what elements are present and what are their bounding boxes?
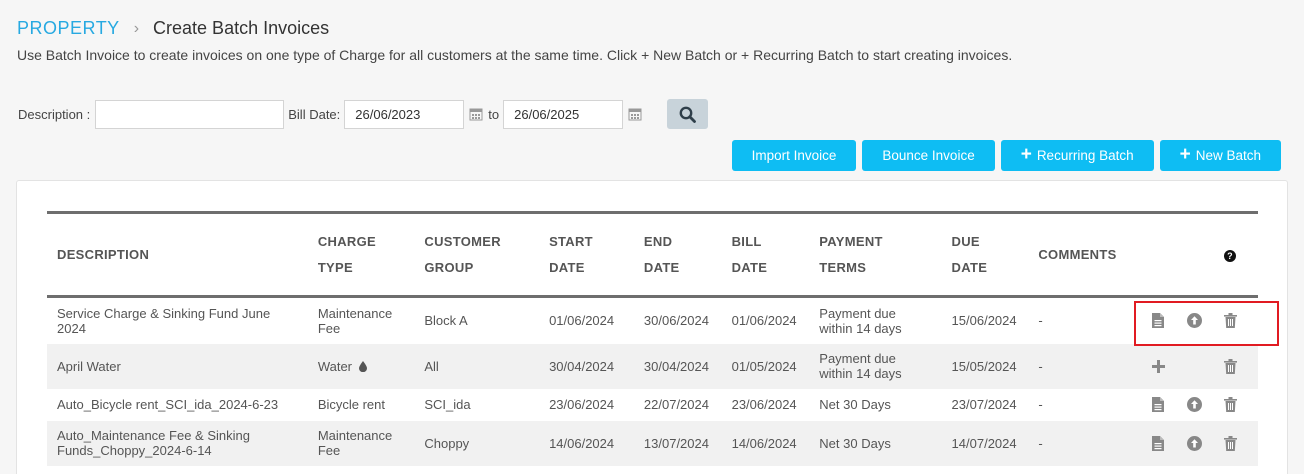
import-invoice-button[interactable]: Import Invoice	[731, 140, 857, 171]
cell-start-date: 14/06/2024	[539, 420, 634, 466]
document-icon[interactable]	[1140, 431, 1176, 455]
cell-description: Auto_Bicycle rent_SCI_ida_2024-6-23	[57, 397, 279, 412]
upload-icon[interactable]	[1176, 393, 1212, 417]
recurring-batch-label: Recurring Batch	[1036, 148, 1134, 163]
table-header-row: DESCRIPTION CHARGE TYPE CUSTOMER GROUP STA…	[47, 212, 1258, 298]
trash-icon[interactable]	[1212, 354, 1248, 378]
cell-charge-type: Maintenance Fee	[307, 420, 415, 466]
bounce-invoice-button[interactable]: Bounce Invoice	[862, 140, 995, 171]
cell-actions	[1130, 389, 1258, 421]
cell-charge-type: Water	[307, 343, 415, 389]
cell-due-date: 15/05/2024	[941, 343, 1029, 389]
cell-description: Service Charge & Sinking Fund June 2024	[57, 305, 271, 336]
header-actions: ?	[1129, 212, 1258, 298]
cell-end-date: 30/04/2024	[633, 343, 722, 389]
cell-payment-terms: Net 30 Days	[809, 420, 942, 466]
new-batch-button[interactable]: + New Batch	[1159, 140, 1281, 171]
calendar-icon[interactable]	[628, 107, 642, 121]
import-invoice-label: Import Invoice	[751, 148, 837, 163]
batch-invoice-table: DESCRIPTION CHARGE TYPE CUSTOMER GROUP STA…	[47, 211, 1258, 466]
cell-charge-type: Bicycle rent	[317, 397, 386, 412]
table-row[interactable]: Service Charge & Sinking Fund June 2024 …	[47, 297, 1258, 344]
action-bar: Import Invoice Bounce Invoice + Recurring…	[731, 140, 1281, 171]
bill-date-to-input[interactable]	[503, 99, 624, 129]
search-icon	[679, 106, 697, 123]
breadcrumb-root-link[interactable]: PROPERTY	[17, 18, 120, 39]
cell-customer-group: Choppy	[414, 420, 540, 466]
header-end-date[interactable]: END DATE	[633, 212, 722, 298]
upload-icon[interactable]	[1176, 431, 1212, 455]
table-row[interactable]: Auto_Bicycle rent_SCI_ida_2024-6-23 Bicy…	[47, 389, 1258, 421]
water-drop-icon	[359, 360, 368, 372]
cell-due-date: 23/07/2024	[951, 397, 1017, 412]
description-label: Description :	[18, 106, 91, 122]
plus-icon: +	[1020, 144, 1032, 165]
cell-due-date: 14/07/2024	[941, 420, 1029, 466]
cell-comments: -	[1038, 313, 1043, 329]
cell-customer-group: All	[414, 343, 540, 389]
trash-icon[interactable]	[1212, 309, 1248, 333]
cell-comments: -	[1028, 420, 1130, 466]
breadcrumb-separator: ›	[133, 19, 140, 37]
cell-bill-date: 01/06/2024	[731, 313, 797, 329]
plus-icon: +	[1179, 144, 1191, 165]
bill-date-from-input[interactable]	[344, 99, 465, 129]
bill-date-label: Bill Date:	[288, 106, 341, 122]
cell-actions	[1130, 297, 1258, 344]
header-due-date[interactable]: DUE DATE	[941, 212, 1029, 298]
cell-comments: -	[1038, 397, 1043, 412]
cell-comments: -	[1028, 343, 1130, 389]
header-start-date[interactable]: START DATE	[539, 212, 634, 298]
document-icon[interactable]	[1140, 309, 1176, 333]
cell-bill-date: 14/06/2024	[721, 420, 810, 466]
cell-end-date: 13/07/2024	[633, 420, 722, 466]
plus-icon[interactable]	[1140, 354, 1176, 378]
page-description: Use Batch Invoice to create invoices on …	[17, 47, 1013, 63]
to-label: to	[488, 106, 500, 122]
trash-icon[interactable]	[1212, 431, 1248, 455]
help-icon[interactable]: ?	[1224, 249, 1236, 262]
cell-actions	[1129, 420, 1258, 466]
breadcrumb: PROPERTY › Create Batch Invoices	[17, 18, 329, 39]
batch-invoice-panel: DESCRIPTION CHARGE TYPE CUSTOMER GROUP STA…	[16, 180, 1288, 474]
cell-end-date: 22/07/2024	[643, 397, 709, 412]
page-title: Create Batch Invoices	[153, 18, 330, 38]
cell-description: April Water	[47, 343, 308, 389]
header-bill-date[interactable]: BILL DATE	[721, 212, 810, 298]
upload-icon[interactable]	[1176, 309, 1212, 333]
cell-actions	[1129, 343, 1258, 389]
header-description[interactable]: DESCRIPTION	[47, 212, 308, 298]
new-batch-label: New Batch	[1195, 148, 1261, 163]
header-comments[interactable]: COMMENTS	[1028, 212, 1130, 298]
document-icon[interactable]	[1140, 393, 1176, 417]
table-row[interactable]: Auto_Maintenance Fee & Sinking Funds_Cho…	[47, 420, 1258, 466]
bounce-invoice-label: Bounce Invoice	[882, 148, 975, 163]
table-row[interactable]: April Water Water All 30/04/2024 30/04/2…	[47, 343, 1258, 389]
description-input[interactable]	[95, 99, 285, 129]
cell-bill-date: 23/06/2024	[731, 397, 797, 412]
trash-icon[interactable]	[1212, 393, 1248, 417]
cell-end-date: 30/06/2024	[643, 313, 709, 329]
cell-payment-terms: Payment due within 14 days	[819, 305, 902, 336]
header-charge-type[interactable]: CHARGE TYPE	[307, 212, 415, 298]
cell-description: Auto_Maintenance Fee & Sinking Funds_Cho…	[47, 420, 308, 466]
header-payment-terms[interactable]: PAYMENT TERMS	[809, 212, 942, 298]
search-button[interactable]	[667, 99, 709, 129]
recurring-batch-button[interactable]: + Recurring Batch	[1000, 140, 1154, 171]
cell-payment-terms: Payment due within 14 days	[809, 343, 942, 389]
cell-due-date: 15/06/2024	[951, 313, 1017, 329]
cell-start-date: 30/04/2024	[539, 343, 634, 389]
header-customer-group[interactable]: CUSTOMER GROUP	[414, 212, 540, 298]
filter-bar: Description : Bill Date: to	[18, 99, 709, 129]
cell-charge-type: Maintenance Fee	[317, 305, 393, 336]
calendar-icon[interactable]	[469, 107, 483, 121]
cell-payment-terms: Net 30 Days	[819, 397, 891, 412]
cell-bill-date: 01/05/2024	[721, 343, 810, 389]
cell-customer-group: SCI_ida	[424, 397, 471, 412]
cell-start-date: 01/06/2024	[549, 313, 615, 329]
cell-customer-group: Block A	[424, 313, 468, 329]
cell-start-date: 23/06/2024	[549, 397, 615, 412]
